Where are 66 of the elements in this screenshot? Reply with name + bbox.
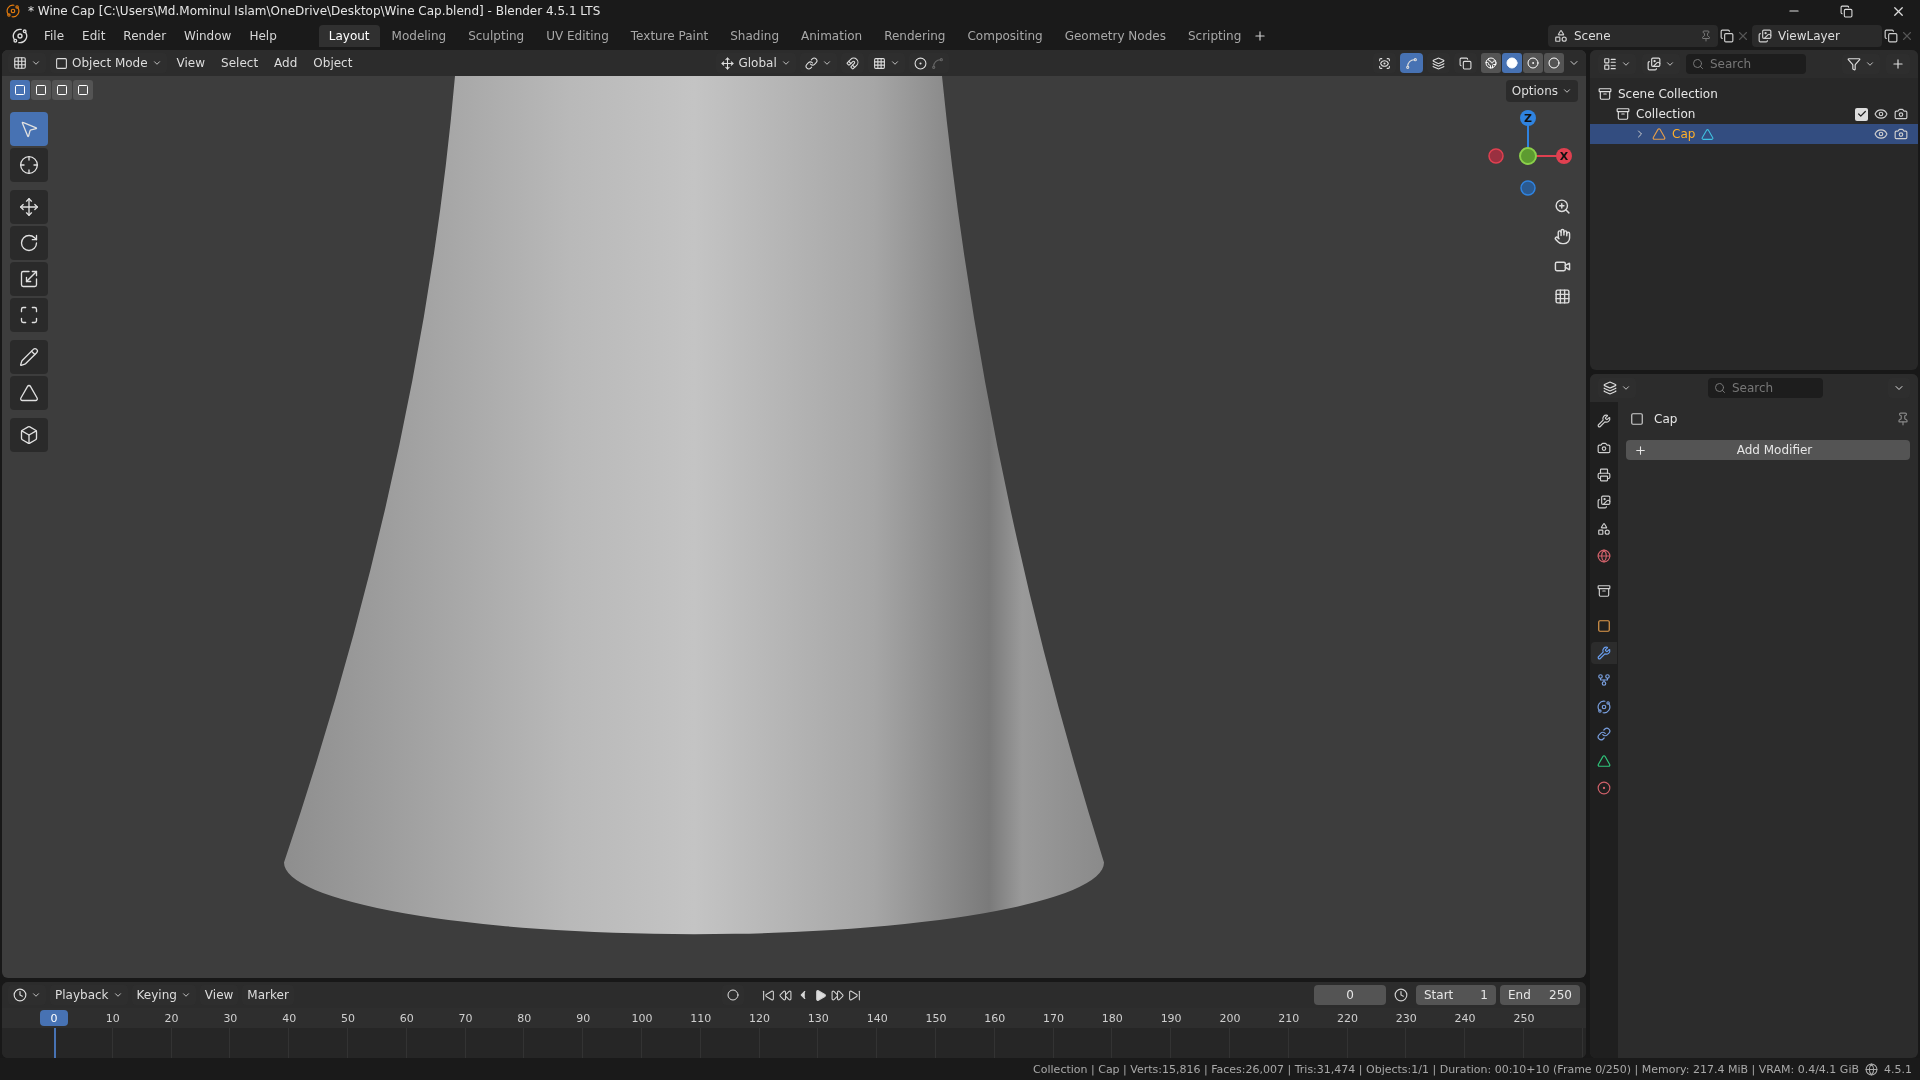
outliner-label: Collection [1636,107,1696,121]
menu-item[interactable]: Select [215,56,265,70]
frame-number: 80 [516,1011,533,1025]
workspace-tab[interactable]: Sculpting [458,25,535,47]
outliner-row[interactable]: Cap [1590,124,1918,144]
outliner-row[interactable]: Scene Collection [1590,84,1918,104]
workspace-tab[interactable]: Compositing [957,25,1053,47]
window-title: * Wine Cap [C:\Users\Md.Mominul Islam\OneDrive\Desktop\Wine Cap.blend] - Blender 4.5.1 LTS [28,4,602,18]
frame-number: 130 [806,1011,830,1025]
frame-number: 210 [1277,1011,1301,1025]
workspace-tab[interactable]: Scripting [1177,25,1252,47]
menu-item[interactable]: Object [307,56,359,70]
navigation-gizmo[interactable]: Z X [1488,106,1578,196]
frame-number: 70 [457,1011,474,1025]
menu-item[interactable]: Help [241,26,285,46]
menu-item[interactable]: Edit [74,26,114,46]
frame-number: 60 [398,1011,415,1025]
frame-number: 120 [748,1011,772,1025]
menu-item[interactable]: View [170,56,212,70]
frame-number: 100 [630,1011,654,1025]
search-field[interactable]: Search [1686,54,1806,74]
frame-number: 170 [1042,1011,1066,1025]
version-label: 4.5.1 [1884,1062,1912,1076]
start-frame-field[interactable]: Start 1 [1416,985,1496,1005]
frame-number: 20 [163,1011,180,1025]
workspace-tab[interactable]: Geometry Nodes [1054,25,1176,47]
frame-number: 250 [1512,1011,1536,1025]
frame-number: 190 [1159,1011,1183,1025]
frame-number: 30 [222,1011,239,1025]
outliner-label: Cap [1672,127,1696,141]
frame-number: 200 [1218,1011,1242,1025]
menu-item[interactable]: File [36,26,73,46]
workspace-tab[interactable]: UV Editing [536,25,619,47]
frame-number: 10 [104,1011,121,1025]
outliner-label: Scene Collection [1618,87,1718,101]
menu-item[interactable]: Render [115,26,175,46]
frame-number: 220 [1336,1011,1359,1025]
menu-item[interactable]: Window [176,26,240,46]
workspace-tab[interactable]: Modeling [381,25,457,47]
frame-number: 90 [575,1011,592,1025]
workspace-tab[interactable]: Rendering [874,25,956,47]
frame-number: 230 [1394,1011,1418,1025]
scene-selector[interactable]: Scene [1548,25,1718,47]
frame-number: 40 [281,1011,298,1025]
playhead-frame[interactable]: 0 [40,1010,68,1026]
object-name: Cap [1654,412,1679,426]
add-modifier-button[interactable]: Add Modifier [1626,440,1910,460]
frame-number: 140 [865,1011,889,1025]
frame-number: 160 [983,1011,1007,1025]
options-dropdown[interactable]: Options [1505,80,1578,102]
current-frame-field[interactable]: 0 [1314,985,1386,1005]
workspace-tab[interactable]: Shading [720,25,789,47]
search-field[interactable]: Search [1708,378,1823,398]
workspace-tab[interactable]: Animation [791,25,873,47]
frame-number: 50 [339,1011,356,1025]
view-layer-selector[interactable]: ViewLayer [1752,25,1882,47]
end-frame-field[interactable]: End 250 [1500,985,1580,1005]
workspace-tab[interactable]: Texture Paint [620,25,719,47]
frame-number: 240 [1453,1011,1477,1025]
scene-statistics: Collection | Cap | Verts:15,816 | Faces:26,007 | Tris:31,474 | Objects:1/1 | Duration: 00:10+10 (Frame 0/250) | Memory: 217.4 MiB | VRAM: 0.4/4.1 GiB [1033,1062,1859,1076]
frame-number: 180 [1100,1011,1124,1025]
workspace-tab[interactable]: Layout [318,25,380,47]
menu-item[interactable]: Add [268,56,304,70]
frame-number: 110 [689,1011,713,1025]
frame-number: 150 [924,1011,948,1025]
outliner-row[interactable]: Collection [1590,104,1918,124]
